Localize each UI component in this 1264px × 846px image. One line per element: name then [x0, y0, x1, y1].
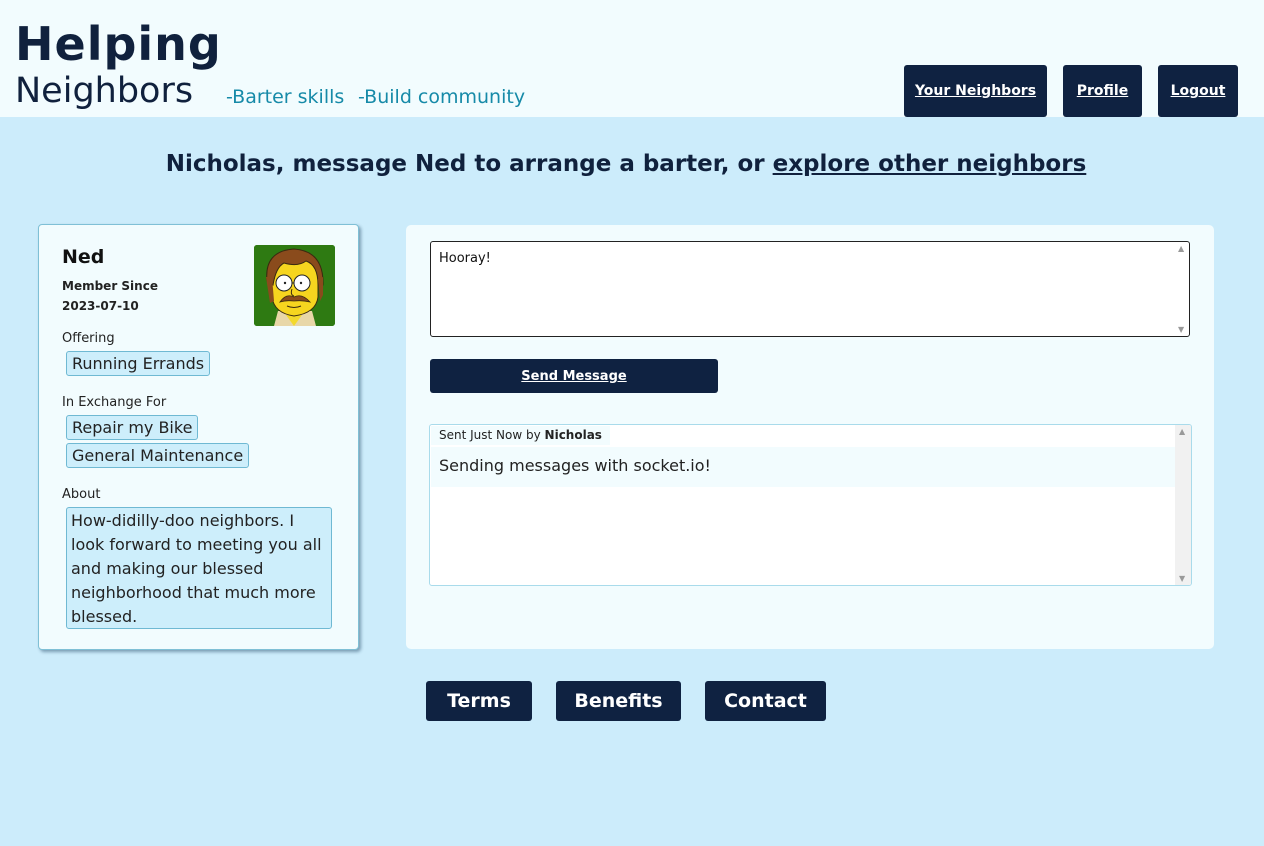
- scroll-up-icon[interactable]: ▲: [1179, 427, 1185, 436]
- message-input-scrollbar[interactable]: ▲ ▼: [1176, 244, 1188, 334]
- nav-your-neighbors-button[interactable]: Your Neighbors: [904, 65, 1047, 117]
- neighbor-profile-card: Ned Member Since 2023-07-10 Offering Run…: [38, 224, 359, 650]
- scroll-down-icon[interactable]: ▼: [1179, 574, 1185, 583]
- headline-text: Nicholas, message Ned to arrange a barte…: [165, 151, 773, 177]
- about-label: About: [62, 487, 101, 502]
- offering-label: Offering: [62, 331, 115, 346]
- scroll-down-icon[interactable]: ▼: [1178, 325, 1184, 334]
- message-history-scrollbar[interactable]: ▲ ▼: [1175, 425, 1191, 585]
- message-sender: Nicholas: [544, 428, 602, 442]
- tagline-barter: -Barter skills: [226, 86, 345, 108]
- message-meta-prefix: Sent Just Now by: [439, 428, 545, 442]
- logo-line-2[interactable]: Neighbors: [15, 70, 193, 112]
- message-meta: Sent Just Now by Nicholas: [431, 426, 610, 445]
- message-input[interactable]: [430, 241, 1190, 337]
- scroll-up-icon[interactable]: ▲: [1178, 244, 1184, 253]
- footer-terms-button[interactable]: Terms: [426, 681, 532, 721]
- logo-line-1[interactable]: Helping: [15, 16, 222, 72]
- exchange-label: In Exchange For: [62, 395, 167, 410]
- message-panel: ▲ ▼ Send Message Sent Just Now by Nichol…: [406, 225, 1214, 649]
- nav-profile-button[interactable]: Profile: [1063, 65, 1142, 117]
- site-header: Helping Neighbors -Barter skills -Build …: [0, 0, 1264, 117]
- tagline-community: -Build community: [358, 86, 526, 108]
- offering-chip: Running Errands: [66, 351, 211, 376]
- ned-flanders-avatar-icon: [254, 245, 335, 326]
- send-message-button[interactable]: Send Message: [430, 359, 718, 393]
- exchange-chip: Repair my Bike: [66, 415, 199, 440]
- footer-benefits-button[interactable]: Benefits: [556, 681, 681, 721]
- nav-logout-button[interactable]: Logout: [1158, 65, 1238, 117]
- about-text: How-didilly-doo neighbors. I look forwar…: [66, 507, 332, 629]
- explore-neighbors-link[interactable]: explore other neighbors: [773, 151, 1087, 177]
- message-text: Sending messages with socket.io!: [431, 447, 1175, 487]
- member-since-label: Member Since: [62, 279, 158, 293]
- footer-contact-button[interactable]: Contact: [705, 681, 826, 721]
- exchange-chip: General Maintenance: [66, 443, 250, 468]
- avatar: [254, 245, 335, 326]
- message-history: Sent Just Now by Nicholas Sending messag…: [429, 424, 1192, 586]
- member-since-date: 2023-07-10: [62, 299, 139, 313]
- page-headline: Nicholas, message Ned to arrange a barte…: [0, 148, 1252, 180]
- neighbor-name: Ned: [62, 246, 105, 268]
